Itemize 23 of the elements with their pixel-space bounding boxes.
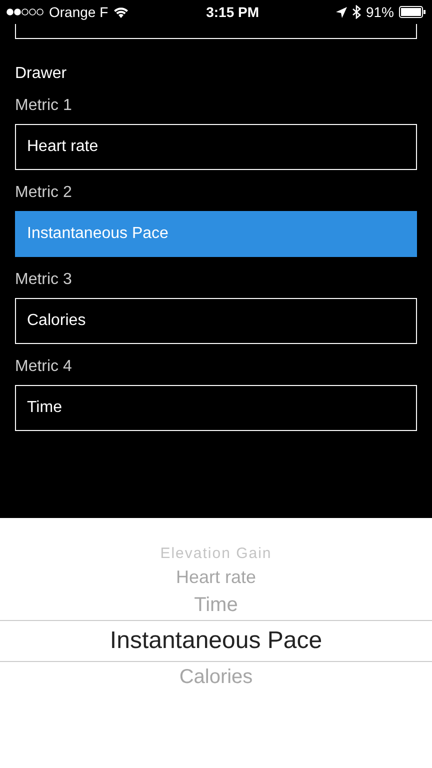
text-field[interactable] xyxy=(15,24,417,39)
section-title: Drawer xyxy=(15,65,68,83)
carrier-name: Orange F xyxy=(49,4,108,20)
metric-field[interactable]: Time xyxy=(15,385,417,431)
field-label: Metric 2 xyxy=(15,184,73,202)
bluetooth-icon xyxy=(352,5,361,19)
field-label: Metric 1 xyxy=(15,97,73,115)
metric-field[interactable]: Instantaneous Pace xyxy=(15,211,417,257)
picker-option[interactable]: Instantaneous Pace xyxy=(0,620,432,662)
location-arrow-icon xyxy=(336,6,347,18)
field-label: Metric 4 xyxy=(15,358,73,376)
picker-option[interactable]: Calories xyxy=(0,662,432,692)
wifi-icon xyxy=(113,6,130,18)
picker-option[interactable]: Time xyxy=(0,590,432,620)
metric-field[interactable]: Calories xyxy=(15,298,417,344)
metric-field[interactable]: Heart rate xyxy=(15,124,417,170)
signal-icon xyxy=(6,8,44,16)
field-label: Metric 3 xyxy=(15,271,73,289)
picker-option[interactable]: Heart rate xyxy=(0,564,432,590)
clock-time: 3:15 PM xyxy=(206,4,260,20)
battery-icon xyxy=(399,6,426,18)
picker-option[interactable]: Elevation Gain xyxy=(0,542,432,564)
battery-percent: 91% xyxy=(366,4,394,20)
